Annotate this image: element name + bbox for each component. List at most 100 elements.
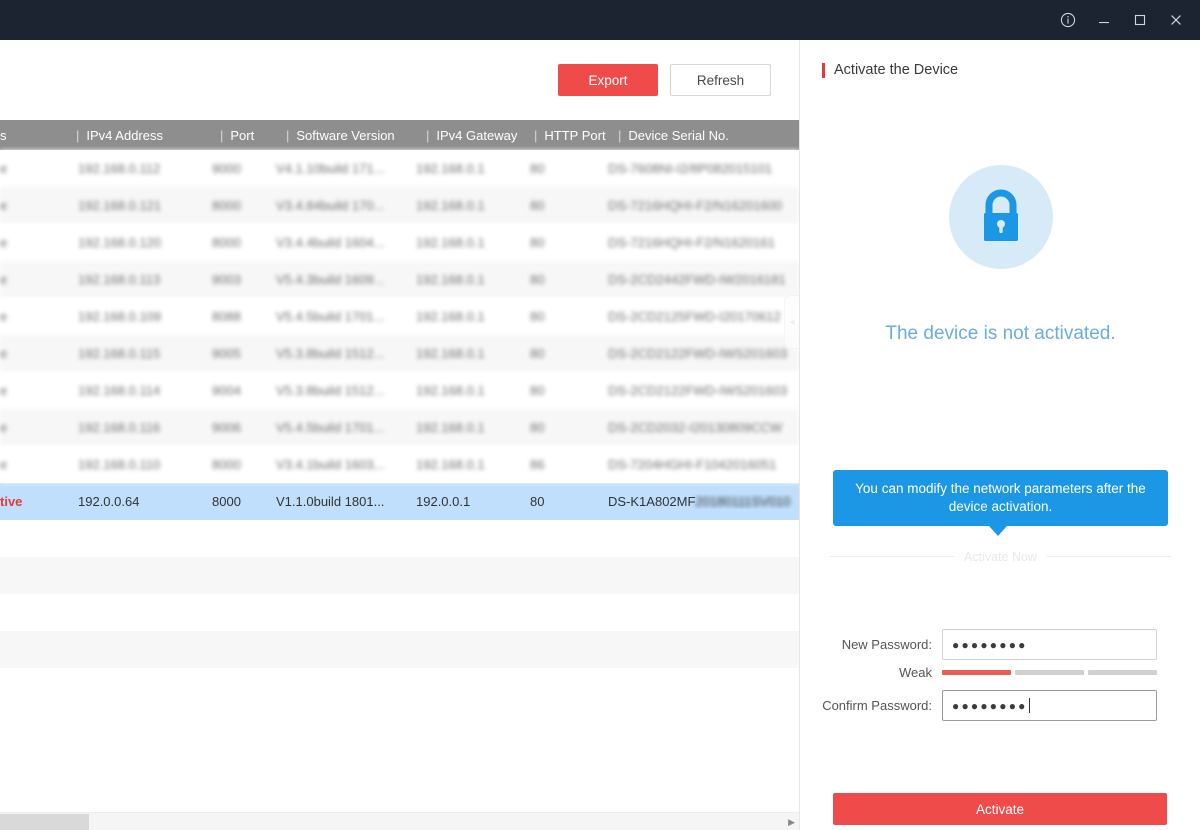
table-row[interactable]: e 192.168.0.113 9003 V5.4.3build 1609... 192… [0,261,799,298]
cell-port: 8000 [212,198,241,213]
cell-status: e [0,198,8,213]
confirm-password-input[interactable]: ●●●●●●●● [942,690,1157,721]
empty-row [0,631,799,668]
scrollbar-thumb[interactable] [0,814,89,830]
minimize-icon[interactable] [1086,5,1122,35]
cell-ipv4: 192.168.0.121 [78,198,162,213]
close-icon[interactable] [1158,5,1194,35]
column-header-status[interactable]: s [0,120,66,150]
column-separator: | [426,127,430,143]
window-titlebar [0,0,1200,40]
cell-software: V5.3.8build 1512... [276,383,385,398]
cell-ipv4: 192.168.0.115 [78,346,161,361]
cell-software: V3.4.4build 1604... [276,235,385,250]
table-row[interactable]: e 192.168.0.114 9004 V5.3.8build 1512... 192… [0,372,799,409]
cell-http: 80 [530,383,545,398]
table-body: e 192.168.0.112 9000 V4.1.10build 171... 192… [0,150,799,520]
column-header-ipv4[interactable]: | IPv4 Address [66,120,210,150]
cell-software: V5.3.8build 1512... [276,346,385,361]
new-password-input[interactable]: ●●●●●●●● [942,629,1157,660]
network-params-tooltip: You can modify the network parameters af… [833,470,1168,526]
cell-http: 80 [530,346,545,361]
cell-status: e [0,309,8,324]
column-header-label: Software Version [296,127,395,143]
divider-label: Activate Now [800,548,1200,566]
panel-title: Activate the Device [822,62,958,78]
cell-software: V5.4.5build 1701... [276,309,385,324]
cell-gateway: 192.168.0.1 [416,198,485,213]
table-row[interactable]: e 192.168.0.121 8000 V3.4.84build 170... 192… [0,187,799,224]
cell-port: 8000 [212,457,241,472]
cell-status: e [0,235,8,250]
cell-status: e [0,420,8,435]
cell-serial: DS-7204HGHI-F1042016051 [608,457,777,472]
column-header-serial[interactable]: | Device Serial No. [608,120,798,150]
new-password-row: New Password: ●●●●●●●● [800,628,1200,661]
table-row[interactable]: e 192.168.0.120 8000 V3.4.4build 1604... 192… [0,224,799,261]
cell-ipv4: 192.168.0.116 [78,420,161,435]
confirm-password-value: ●●●●●●●● [952,698,1028,713]
table-row[interactable]: e 192.168.0.112 9000 V4.1.10build 171... 192… [0,150,799,187]
export-button[interactable]: Export [558,64,658,96]
confirm-password-label: Confirm Password: [822,698,932,713]
cell-http: 80 [530,420,545,435]
cell-http: 80 [530,198,545,213]
strength-segment [942,669,1011,675]
lock-illustration [800,165,1200,269]
column-header-label: s [0,127,7,143]
table-row[interactable]: e 192.168.0.116 9006 V5.4.5build 1701... 192… [0,409,799,446]
cell-ipv4: 192.168.0.109 [78,309,162,324]
column-header-label: IPv4 Address [86,127,163,143]
cell-ipv4: 192.168.0.113 [78,272,161,287]
table-row[interactable]: e 192.168.0.109 8088 V5.4.5build 1701... 192… [0,298,799,335]
column-header-label: HTTP Port [544,127,606,143]
activate-button[interactable]: Activate [833,793,1167,825]
cell-port: 9003 [212,272,241,287]
cell-status: tive [0,494,23,509]
password-strength-label: Weak [899,664,932,680]
cell-gateway: 192.168.0.1 [416,420,485,435]
refresh-button[interactable]: Refresh [670,64,771,96]
cell-ipv4: 192.168.0.114 [78,383,161,398]
column-header-gateway[interactable]: | IPv4 Gateway [416,120,524,150]
cell-http: 80 [530,161,545,176]
confirm-password-row: Confirm Password: ●●●●●●●● [800,689,1200,722]
cell-port: 9004 [212,383,241,398]
cell-software: V5.4.5build 1701... [276,420,385,435]
info-icon[interactable] [1050,5,1086,35]
triangle-right-icon[interactable]: ▶ [788,813,795,830]
title-accent-bar [822,62,825,78]
table-row[interactable]: tive 192.0.0.64 8000 V1.1.0build 1801... 192… [0,483,799,520]
cell-software: V4.1.10build 171... [276,161,385,176]
cell-http: 80 [530,309,545,324]
strength-segment [1088,669,1157,675]
device-table: s | IPv4 Address | Port | Software Version | IPv… [0,120,799,830]
cell-serial: DS-2CD2442FWD-IW2016181 [608,272,786,287]
cell-port: 8088 [212,309,241,324]
cell-serial: DS-7216HQHI-F2/N16201600 [608,198,783,213]
column-header-software[interactable]: | Software Version [276,120,416,150]
cell-serial: DS-K1A802MF20180111SV010 [608,494,791,509]
column-header-label: IPv4 Gateway [436,127,518,143]
cell-http: 80 [530,494,545,509]
cell-port: 9000 [212,161,241,176]
cell-gateway: 192.168.0.1 [416,383,485,398]
table-row[interactable]: e 192.168.0.110 8000 V3.4.1build 1603... 192… [0,446,799,483]
column-header-http[interactable]: | HTTP Port [524,120,608,150]
cell-status: e [0,346,8,361]
cell-status: e [0,383,8,398]
cell-port: 9006 [212,420,241,435]
table-row[interactable]: e 192.168.0.115 9005 V5.3.8build 1512... 192… [0,335,799,372]
cell-port: 8000 [212,235,241,250]
window-controls [1050,5,1200,35]
app-window: Export Refresh s | IPv4 Address | Port | Softw… [0,0,1200,830]
cell-software: V5.4.3build 1609... [276,272,385,287]
cell-gateway: 192.168.0.1 [416,161,485,176]
horizontal-scrollbar[interactable]: ▶ [0,812,799,830]
activation-status-text: The device is not activated. [885,323,1116,344]
password-strength-bar [942,669,1157,675]
column-header-port[interactable]: | Port [210,120,276,150]
cell-gateway: 192.168.0.1 [416,346,485,361]
maximize-icon[interactable] [1122,5,1158,35]
chevron-left-icon[interactable]: ◂ [784,295,799,349]
